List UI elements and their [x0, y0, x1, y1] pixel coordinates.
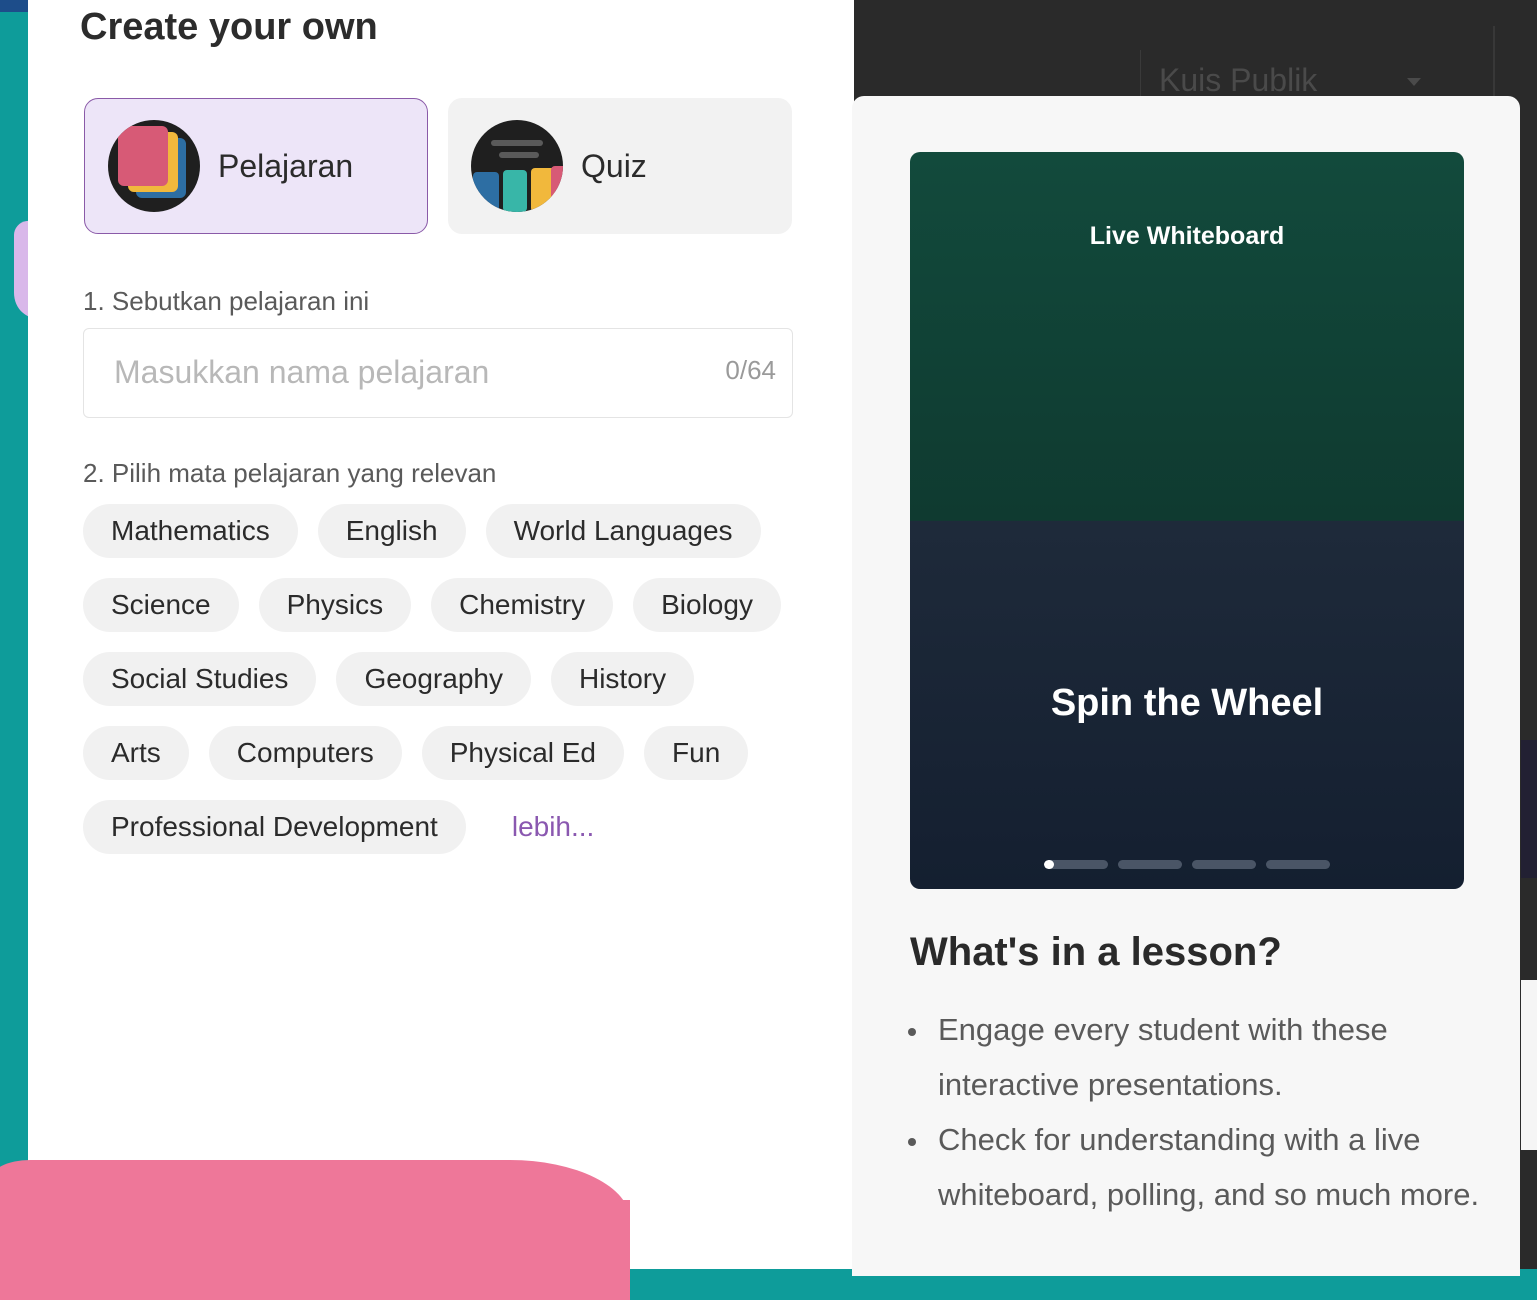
lesson-name-label: 1. Sebutkan pelajaran ini [83, 286, 370, 316]
subject-chip[interactable]: Mathematics [83, 504, 298, 558]
subject-chip[interactable]: World Languages [485, 504, 761, 558]
lesson-icon [108, 120, 200, 212]
info-bullet: Engage every student with these interact… [906, 1002, 1486, 1112]
decorative-blob [0, 1160, 630, 1300]
subjects-label: 2. Pilih mata pelajaran yang relevan [83, 458, 497, 488]
carousel-indicator[interactable] [1192, 860, 1256, 869]
subject-chip[interactable]: Physical Ed [421, 726, 625, 780]
lesson-name-input[interactable] [84, 329, 714, 416]
chip-row: Social Studies Geography History [83, 652, 813, 706]
type-option-label: Quiz [581, 147, 647, 184]
chip-row: Professional Development lebih... [83, 800, 813, 854]
type-option-label: Pelajaran [218, 147, 354, 184]
carousel-indicator[interactable] [1266, 860, 1330, 869]
subject-chip[interactable]: Physics [258, 578, 412, 632]
carousel-indicator[interactable] [1118, 860, 1182, 869]
type-option-quiz[interactable]: Quiz [448, 98, 792, 234]
info-heading: What's in a lesson? [910, 930, 1282, 974]
subject-chip-list: Mathematics English World Languages Scie… [83, 504, 813, 874]
info-bullet: Check for understanding with a live whit… [906, 1112, 1486, 1222]
subject-chip[interactable]: Social Studies [83, 652, 317, 706]
chip-row: Arts Computers Physical Ed Fun [83, 726, 813, 780]
chevron-down-icon [1407, 78, 1421, 86]
subject-chip[interactable]: Professional Development [83, 800, 466, 854]
background-fragment [1521, 740, 1537, 878]
carousel-indicator[interactable] [1044, 860, 1108, 869]
quiz-icon [471, 120, 563, 212]
subject-chip[interactable]: Computers [208, 726, 402, 780]
background-fragment [1521, 980, 1537, 1150]
subject-chip[interactable]: Arts [83, 726, 189, 780]
more-subjects-link[interactable]: lebih... [486, 800, 621, 854]
carousel-caption-main: Spin the Wheel [1050, 682, 1324, 724]
chip-row: Science Physics Chemistry Biology [83, 578, 813, 632]
page-title: Create your own [80, 6, 378, 48]
type-option-lesson[interactable]: Pelajaran [84, 98, 428, 234]
subject-chip[interactable]: Science [83, 578, 239, 632]
filter-dropdown-label: Kuis Publik [1159, 62, 1318, 98]
subject-chip[interactable]: Geography [336, 652, 531, 706]
feature-carousel: Live Whiteboard Spin the Wheel [910, 152, 1464, 889]
subject-chip[interactable]: Chemistry [431, 578, 614, 632]
subject-chip[interactable]: Fun [644, 726, 749, 780]
carousel-indicators [1044, 860, 1330, 869]
subject-chip[interactable]: History [550, 652, 695, 706]
carousel-caption-top: Live Whiteboard [1089, 222, 1285, 250]
subject-chip[interactable]: Biology [633, 578, 781, 632]
subject-chip[interactable]: English [317, 504, 466, 558]
lesson-name-field: 0/64 [83, 328, 793, 418]
carousel-indicator-progress [1044, 860, 1054, 869]
info-bullets: Engage every student with these interact… [906, 1002, 1486, 1222]
chip-row: Mathematics English World Languages [83, 504, 813, 558]
character-counter: 0/64 [725, 355, 776, 385]
